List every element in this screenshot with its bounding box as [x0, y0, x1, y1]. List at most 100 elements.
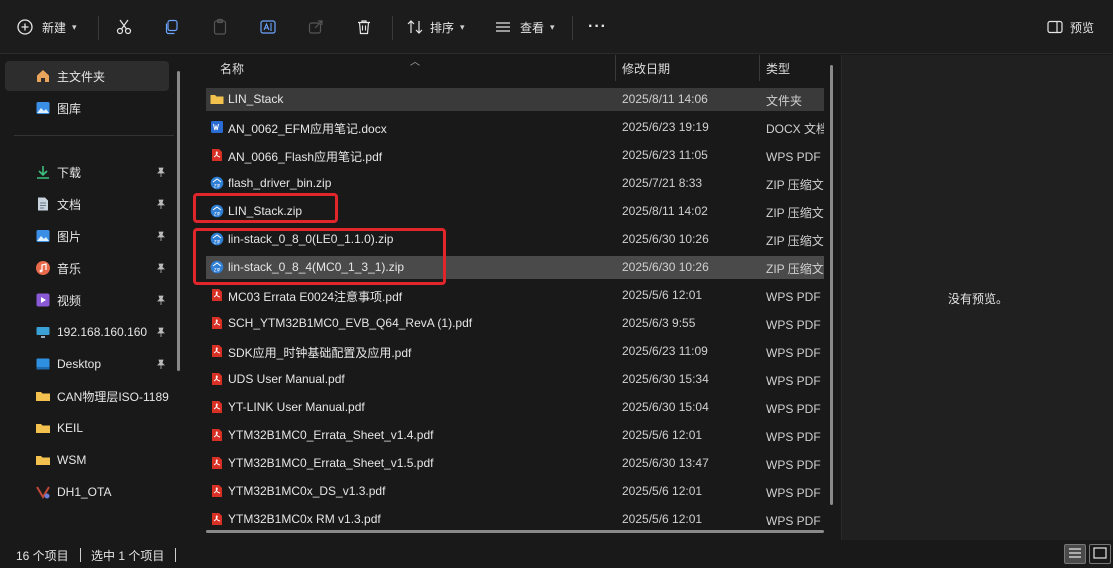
preview-pane-icon [1046, 18, 1064, 36]
file-type: WPS PDF 文档 [766, 430, 824, 444]
chevron-down-icon: ▾ [72, 21, 77, 32]
sidebar-item-home[interactable]: 主文件夹 [5, 61, 169, 91]
sidebar-item-desktop[interactable]: Desktop [5, 349, 181, 379]
file-row[interactable]: LIN_Stack 2025/8/11 14:06 文件夹 [206, 88, 824, 111]
pin-icon [155, 326, 167, 338]
column-date-modified[interactable]: 修改日期 [622, 60, 670, 77]
share-icon[interactable] [304, 15, 328, 39]
column-type[interactable]: 类型 [766, 60, 790, 77]
file-type: ZIP 压缩文件 [766, 262, 824, 276]
file-row[interactable]: YTM32B1MC0_Errata_Sheet_v1.4.pdf 2025/5/6… [206, 424, 824, 447]
sidebar-item-network-drive[interactable]: 192.168.160.160 [5, 317, 181, 347]
view-list-icon [494, 18, 512, 36]
file-row[interactable]: AN_0062_EFM应用笔记.docx 2025/6/23 19:19 DOCX … [206, 116, 824, 139]
pdf-icon [212, 513, 222, 525]
sidebar-item-label: DH1_OTA [57, 485, 112, 499]
file-row[interactable]: YTM32B1MC0x_DS_v1.3.pdf 2025/5/6 12:01 WPS… [206, 480, 824, 503]
sidebar-item-downloads[interactable]: 下载 [5, 157, 181, 187]
download-icon [35, 164, 51, 180]
no-preview-text: 没有预览。 [947, 292, 1008, 306]
sidebar-item-pictures[interactable]: 图片 [5, 221, 181, 251]
file-date: 2025/6/23 19:19 [622, 120, 709, 134]
file-row[interactable]: AN_0066_Flash应用笔记.pdf 2025/6/23 11:05 WPS … [206, 144, 824, 167]
cut-icon[interactable] [112, 15, 136, 39]
tiles-view-button[interactable] [1089, 544, 1111, 564]
file-row[interactable]: UDS User Manual.pdf 2025/6/30 15:34 WPS PD… [206, 368, 824, 391]
file-type: WPS PDF 文档 [766, 290, 824, 304]
file-date: 2025/5/6 12:01 [622, 428, 703, 442]
file-type: WPS PDF 文档 [766, 486, 824, 500]
file-name: AN_0066_Flash应用笔记.pdf [228, 150, 383, 164]
pin-icon [155, 230, 167, 242]
file-name: YT-LINK User Manual.pdf [228, 400, 365, 414]
annotation-box-lin-stack-versions [193, 228, 446, 285]
file-type: WPS PDF 文档 [766, 458, 824, 472]
pdf-icon [212, 373, 222, 385]
more-options-button[interactable]: ··· [588, 12, 607, 42]
file-type: DOCX 文档 [766, 122, 824, 136]
file-date: 2025/6/23 11:09 [622, 344, 708, 358]
folder-icon [35, 420, 51, 436]
file-name: MC03 Errata E0024注意事项.pdf [228, 290, 403, 304]
copy-icon[interactable] [160, 15, 184, 39]
file-type: WPS PDF 文档 [766, 514, 824, 528]
new-button-label: 新建 [42, 20, 67, 35]
file-type: WPS PDF 文档 [766, 346, 824, 360]
rename-icon[interactable] [256, 15, 280, 39]
sidebar-item-can-folder[interactable]: CAN物理层ISO-1189 [5, 381, 181, 411]
network-drive-icon [35, 324, 51, 340]
chevron-down-icon: ▾ [550, 21, 555, 32]
pdf-icon [212, 317, 222, 329]
file-name: YTM32B1MC0x RM v1.3.pdf [228, 512, 381, 526]
file-row[interactable]: YTM32B1MC0x RM v1.3.pdf 2025/5/6 12:01 WPS… [206, 508, 824, 531]
file-name: SDK应用_时钟基础配置及应用.pdf [228, 346, 412, 360]
pin-icon [155, 198, 167, 210]
video-icon [35, 292, 51, 308]
sidebar-item-label: 主文件夹 [57, 69, 106, 84]
file-row[interactable]: MC03 Errata E0024注意事项.pdf 2025/5/6 12:01 W… [206, 284, 824, 307]
file-list-vertical-scrollbar[interactable] [830, 65, 833, 505]
sidebar-item-gallery[interactable]: 图库 [5, 93, 181, 123]
sidebar-item-documents[interactable]: 文档 [5, 189, 181, 219]
file-date: 2025/7/21 8:33 [622, 176, 703, 190]
file-row[interactable]: SCH_YTM32B1MC0_EVB_Q64_RevA (1).pdf 2025/… [206, 312, 824, 335]
pdf-icon [212, 401, 222, 413]
sidebar-item-videos[interactable]: 视频 [5, 285, 181, 315]
file-date: 2025/6/30 15:04 [622, 400, 709, 414]
file-date: 2025/5/6 12:01 [622, 288, 703, 302]
delete-icon[interactable] [352, 15, 376, 39]
svg-text:ZIP: ZIP [214, 184, 221, 189]
file-name: YTM32B1MC0_Errata_Sheet_v1.4.pdf [228, 428, 434, 442]
file-name: YTM32B1MC0_Errata_Sheet_v1.5.pdf [228, 456, 434, 470]
file-row[interactable]: ZIP flash_driver_bin.zip 2025/7/21 8:33 ZIP… [206, 172, 824, 195]
file-row[interactable]: YTM32B1MC0_Errata_Sheet_v1.5.pdf 2025/6/3… [206, 452, 824, 475]
pdf-icon [212, 485, 222, 497]
chevron-down-icon: ▾ [460, 21, 465, 32]
gallery-icon [35, 100, 51, 116]
sidebar-item-dh1-ota[interactable]: DH1_OTA [5, 477, 181, 507]
paste-icon[interactable] [208, 15, 232, 39]
sidebar-item-keil[interactable]: KEIL [5, 413, 181, 443]
file-row[interactable]: YT-LINK User Manual.pdf 2025/6/30 15:04 WP… [206, 396, 824, 419]
file-type: WPS PDF 文档 [766, 402, 824, 416]
sidebar-item-wsm[interactable]: WSM [5, 445, 181, 475]
sort-button-label: 排序 [430, 20, 455, 35]
preview-pane-button[interactable]: 预览 [1046, 12, 1094, 42]
file-date: 2025/6/3 9:55 [622, 316, 696, 330]
file-list-horizontal-scrollbar[interactable] [206, 530, 824, 533]
file-type: WPS PDF 文档 [766, 150, 824, 164]
column-name[interactable]: 名称 [220, 60, 244, 77]
file-name: SCH_YTM32B1MC0_EVB_Q64_RevA (1).pdf [228, 316, 473, 330]
new-button[interactable]: 新建 ▾ [16, 12, 77, 42]
sort-button[interactable]: 排序 ▾ [406, 12, 465, 42]
tiles-view-icon [1093, 546, 1107, 562]
file-date: 2025/8/11 14:06 [622, 92, 708, 106]
sidebar-item-music[interactable]: 音乐 [5, 253, 181, 283]
view-button[interactable]: 查看 ▾ [494, 12, 555, 42]
file-name: UDS User Manual.pdf [228, 372, 345, 386]
file-row[interactable]: SDK应用_时钟基础配置及应用.pdf 2025/6/23 11:09 WPS PD… [206, 340, 824, 363]
pictures-icon [35, 228, 51, 244]
file-list: ︿ 名称 修改日期 类型 LIN_Stack 2025/8/11 14:06 文件夹… [196, 55, 836, 540]
file-type: ZIP 压缩文件 [766, 206, 824, 220]
details-view-button[interactable] [1064, 544, 1086, 564]
